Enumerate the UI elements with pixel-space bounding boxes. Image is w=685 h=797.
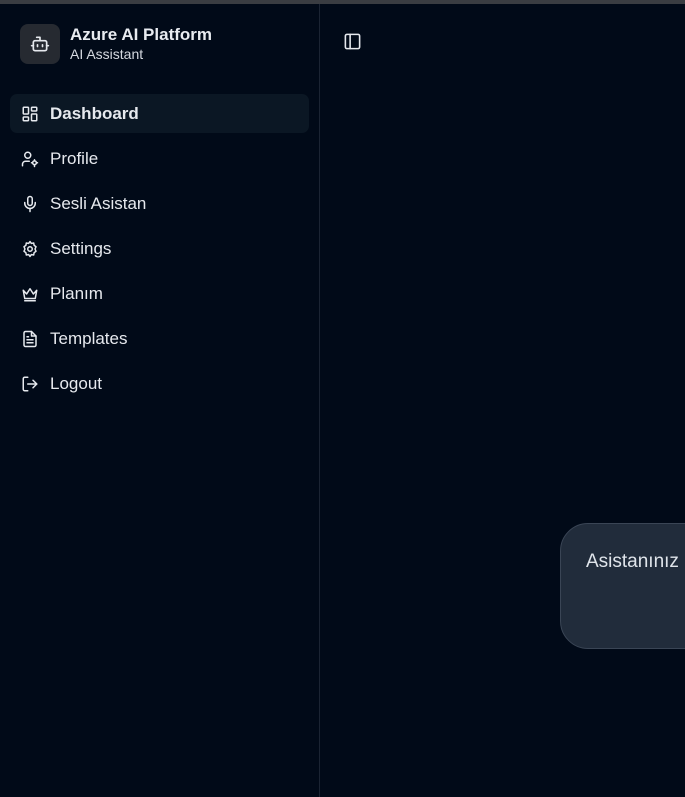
sidebar-item-dashboard[interactable]: Dashboard: [10, 94, 309, 133]
sidebar-item-templates[interactable]: Templates: [10, 319, 309, 358]
gear-icon: [20, 239, 40, 259]
sidebar-item-logout[interactable]: Logout: [10, 364, 309, 403]
assistant-message-text: Asistanınız: [586, 551, 679, 572]
brand-title: Azure AI Platform: [70, 25, 213, 44]
sidebar: Azure AI Platform AI Assistant Dashboard: [0, 4, 320, 797]
sidebar-item-label: Profile: [50, 148, 99, 168]
sidebar-item-label: Settings: [50, 238, 112, 258]
sidebar-item-label: Sesli Asistan: [50, 193, 147, 213]
sidebar-item-profile[interactable]: Profile: [10, 139, 309, 178]
sidebar-toggle-button[interactable]: [340, 32, 364, 56]
panel-left-icon: [343, 32, 362, 56]
bot-icon: [20, 24, 60, 64]
logout-icon: [20, 374, 40, 394]
sidebar-item-sesli-asistan[interactable]: Sesli Asistan: [10, 184, 309, 223]
layout-dashboard-icon: [20, 104, 40, 124]
crown-icon: [20, 284, 40, 304]
sidebar-item-settings[interactable]: Settings: [10, 229, 309, 268]
user-cog-icon: [20, 149, 40, 169]
microphone-icon: [20, 194, 40, 214]
brand[interactable]: Azure AI Platform AI Assistant: [20, 24, 212, 64]
brand-subtitle: AI Assistant: [70, 46, 144, 62]
sidebar-item-label: Dashboard: [50, 103, 139, 123]
sidebar-item-label: Planım: [50, 283, 103, 303]
sidebar-item-label: Templates: [50, 328, 128, 348]
sidebar-nav: Dashboard Profile Sesli Asistan Settings…: [10, 94, 309, 409]
sidebar-item-label: Logout: [50, 373, 102, 393]
sidebar-item-planim[interactable]: Planım: [10, 274, 309, 313]
main-content: Asistanınız: [320, 4, 685, 797]
file-text-icon: [20, 329, 40, 349]
assistant-message-bubble: Asistanınız: [560, 523, 685, 649]
